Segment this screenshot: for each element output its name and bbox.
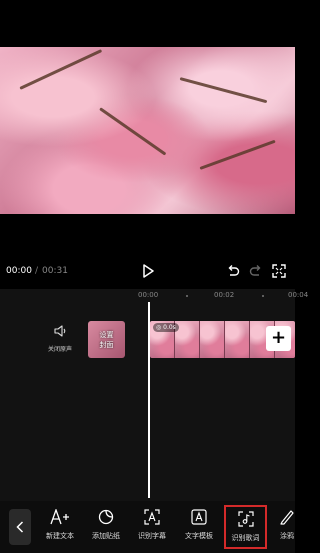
undo-icon (228, 265, 240, 276)
tool-label: 识别字幕 (138, 532, 166, 540)
text-template-icon (191, 509, 207, 525)
time-separator: / (35, 266, 39, 276)
doodle-icon (280, 510, 294, 525)
set-cover-label: 设置 封面 (99, 330, 114, 349)
time-ruler: 00:00 00:02 00:04 (0, 289, 308, 303)
video-preview[interactable] (0, 0, 295, 255)
tick-dot (186, 295, 188, 297)
add-clip-button[interactable]: + (266, 326, 291, 351)
recognize-lyrics-icon (237, 511, 254, 527)
tool-label: 识别歌词 (231, 534, 260, 542)
tool-label: 文字模板 (185, 532, 213, 540)
set-cover-button[interactable]: 设置 封面 (88, 321, 125, 358)
tool-new-text[interactable]: 新建文本 (40, 507, 80, 547)
tool-recognize-lyrics[interactable]: 识别歌词 (224, 505, 267, 549)
fullscreen-button[interactable] (271, 263, 287, 279)
clip-frame (200, 321, 225, 358)
play-icon (143, 264, 154, 278)
play-button[interactable] (140, 263, 156, 279)
text-plus-icon (50, 509, 69, 525)
back-button[interactable] (9, 509, 31, 545)
redo-icon (249, 265, 261, 276)
tick-label: 00:00 (138, 291, 159, 299)
text-toolbar: 新建文本 添加贴纸 识别字幕 文字模板 识别歌词 涂鸦 (0, 501, 295, 553)
redo-button[interactable] (248, 263, 264, 279)
tick-label: 00:02 (214, 291, 235, 299)
tool-doodle[interactable]: 涂鸦 (272, 507, 302, 547)
tool-text-template[interactable]: 文字模板 (179, 507, 219, 547)
mute-original-audio-label: 关闭原声 (47, 346, 72, 353)
video-frame-cherry-blossoms (0, 47, 295, 214)
current-time: 00:00 (6, 266, 32, 276)
tool-add-sticker[interactable]: 添加贴纸 (86, 507, 126, 547)
playback-controls: 00:00 / 00:31 (0, 255, 295, 289)
speaker-icon (53, 325, 65, 337)
recognize-subtitle-icon (144, 509, 160, 525)
playhead[interactable] (148, 302, 150, 498)
tick-dot (262, 295, 264, 297)
mute-original-audio-button[interactable]: 关闭原声 (40, 322, 80, 353)
tool-label: 涂鸦 (280, 532, 294, 540)
tool-recognize-subtitles[interactable]: 识别字幕 (132, 507, 172, 547)
undo-button[interactable] (225, 263, 241, 279)
fullscreen-icon (272, 264, 286, 278)
total-time: 00:31 (42, 266, 68, 276)
clip-duration-badge: ◎ 0.0s (153, 323, 179, 332)
tick-label: 00:04 (288, 291, 309, 299)
tool-label: 添加贴纸 (92, 532, 120, 540)
clip-frame (225, 321, 250, 358)
sticker-icon (98, 509, 114, 525)
tool-label: 新建文本 (46, 532, 74, 540)
chevron-left-icon (16, 521, 24, 533)
